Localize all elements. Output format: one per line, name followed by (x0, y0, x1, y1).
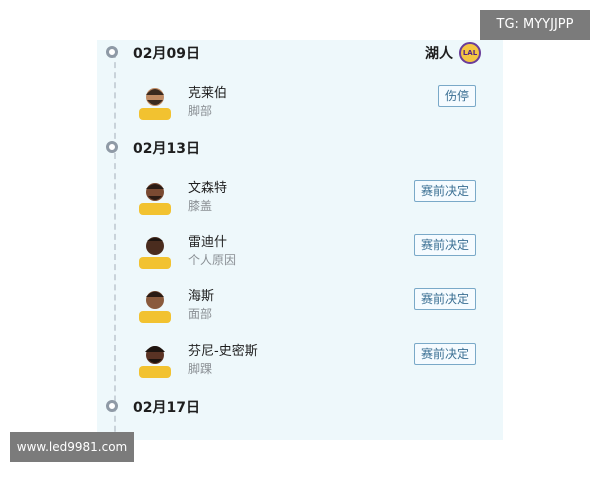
injury-reason: 脚踝 (188, 362, 213, 376)
player-avatar (135, 229, 175, 269)
injury-reason: 面部 (188, 307, 213, 321)
player-avatar (135, 338, 175, 378)
player-row[interactable]: 芬尼-史密斯 脚踝 赛前决定 (135, 338, 503, 382)
player-name: 芬尼-史密斯 (188, 344, 258, 359)
date-label: 02月13日 (133, 141, 200, 157)
status-badge[interactable]: 赛前决定 (413, 288, 476, 310)
player-row[interactable]: 文森特 膝盖 赛前决定 (135, 175, 503, 219)
player-name: 文森特 (188, 181, 228, 196)
status-badge[interactable]: 伤停 (437, 85, 476, 107)
injury-reason: 脚部 (188, 104, 213, 118)
player-row[interactable]: 海斯 面部 赛前决定 (135, 283, 503, 327)
tg-watermark: TG: MYYJJPP (480, 10, 590, 40)
player-name: 雷迪什 (188, 235, 228, 250)
team-header: 湖人 LAL (425, 42, 481, 64)
timeline-dot-icon (106, 400, 118, 412)
injury-reason: 膝盖 (188, 199, 213, 213)
status-badge[interactable]: 赛前决定 (413, 343, 476, 365)
site-watermark: www.led9981.com (10, 432, 134, 462)
player-avatar (135, 80, 175, 120)
player-name: 海斯 (188, 289, 215, 304)
player-row[interactable]: 雷迪什 个人原因 赛前决定 (135, 229, 503, 273)
status-badge[interactable]: 赛前决定 (413, 180, 476, 202)
player-avatar (135, 283, 175, 323)
status-badge[interactable]: 赛前决定 (413, 234, 476, 256)
date-label: 02月17日 (133, 400, 200, 416)
timeline-dot-icon (106, 46, 118, 58)
player-row[interactable]: 克莱伯 脚部 伤停 (135, 80, 503, 124)
injury-timeline-panel: 02月09日 湖人 LAL 克莱伯 脚部 伤停 02月13日 文森特 膝盖 赛前… (97, 40, 503, 440)
team-name: 湖人 (425, 46, 453, 62)
timeline-dot-icon (106, 141, 118, 153)
injury-reason: 个人原因 (188, 253, 237, 267)
date-label: 02月09日 (133, 46, 200, 62)
player-avatar (135, 175, 175, 215)
player-name: 克莱伯 (188, 86, 228, 101)
lakers-logo-icon: LAL (459, 42, 481, 64)
timeline-line (114, 52, 116, 440)
